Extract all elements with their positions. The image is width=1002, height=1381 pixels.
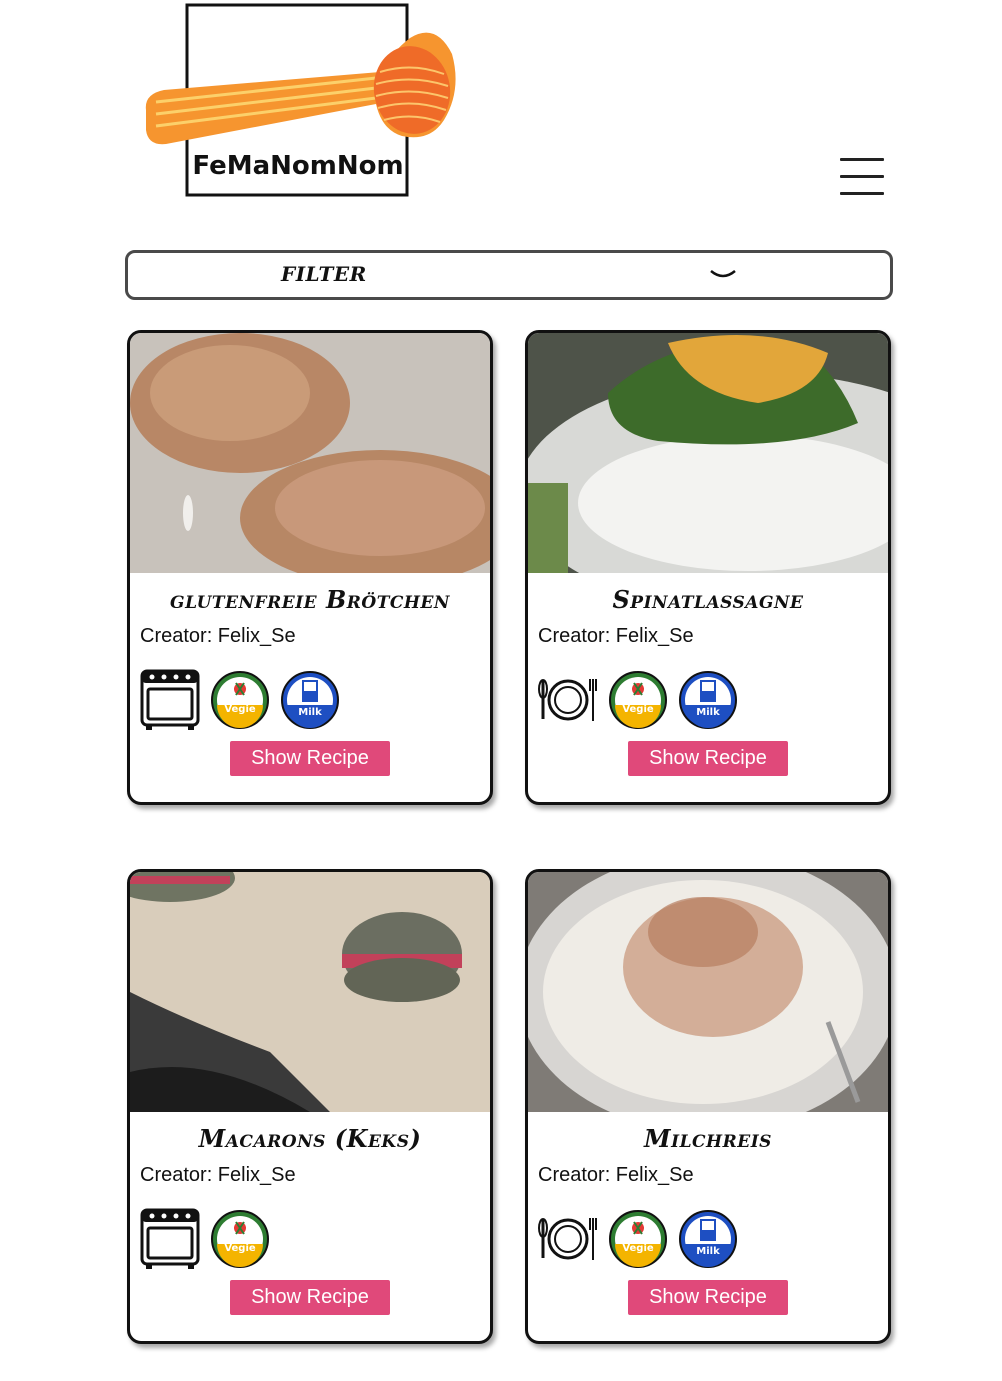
vegie-badge-icon: Vegie (211, 671, 269, 729)
vegie-badge-icon: Vegie (609, 1210, 667, 1268)
recipe-image[interactable] (528, 872, 888, 1112)
recipe-image[interactable] (130, 872, 490, 1112)
oven-icon (140, 1208, 200, 1269)
menu-bar-middle (840, 175, 884, 178)
recipe-creator: Creator: Felix_Se (140, 625, 296, 647)
vegie-badge-icon: Vegie (211, 1210, 269, 1268)
milk-badge-icon: Milk (679, 1210, 737, 1268)
recipe-title[interactable]: Macarons (Keks) (130, 1122, 490, 1156)
oven-icon (140, 669, 200, 730)
show-recipe-button[interactable]: Show Recipe (230, 741, 390, 776)
recipe-image[interactable] (528, 333, 888, 573)
svg-text:Vegie: Vegie (224, 704, 256, 715)
recipe-card: glutenfreie Brötchen Creator: Felix_Se V… (127, 330, 493, 805)
filter-dropdown[interactable]: FILTER (125, 250, 893, 300)
show-recipe-button[interactable]: Show Recipe (628, 741, 788, 776)
recipe-image[interactable] (130, 333, 490, 573)
recipe-title[interactable]: Milchreis (528, 1122, 888, 1156)
recipe-creator: Creator: Felix_Se (538, 1164, 694, 1186)
menu-bar-bottom (840, 192, 884, 195)
svg-text:Milk: Milk (696, 1246, 720, 1257)
chevron-down-icon (710, 270, 736, 278)
recipe-title[interactable]: Spinatlassagne (528, 583, 888, 617)
plate-cutlery-icon (538, 679, 597, 721)
milk-badge-icon: Milk (679, 671, 737, 729)
svg-text:Vegie: Vegie (622, 704, 654, 715)
svg-text:Milk: Milk (298, 707, 322, 718)
show-recipe-button[interactable]: Show Recipe (628, 1280, 788, 1315)
svg-text:Vegie: Vegie (224, 1243, 256, 1254)
recipe-title[interactable]: glutenfreie Brötchen (130, 583, 490, 617)
recipe-card: Spinatlassagne Creator: Felix_Se Vegie M… (525, 330, 891, 805)
logo-text: FeMaNomNom (192, 151, 403, 181)
hamburger-menu-icon[interactable] (840, 158, 884, 198)
show-recipe-button[interactable]: Show Recipe (230, 1280, 390, 1315)
svg-text:Vegie: Vegie (622, 1243, 654, 1254)
recipe-creator: Creator: Felix_Se (538, 625, 694, 647)
femanomnom-logo[interactable]: FeMaNomNom (140, 2, 460, 200)
svg-text:Milk: Milk (696, 707, 720, 718)
recipe-creator: Creator: Felix_Se (140, 1164, 296, 1186)
recipe-card: Milchreis Creator: Felix_Se Vegie Milk S… (525, 869, 891, 1344)
filter-label: FILTER (281, 262, 367, 286)
vegie-badge-icon: Vegie (609, 671, 667, 729)
plate-cutlery-icon (538, 1218, 597, 1260)
recipe-card: Macarons (Keks) Creator: Felix_Se Vegie … (127, 869, 493, 1344)
menu-bar-top (840, 158, 884, 161)
milk-badge-icon: Milk (281, 671, 339, 729)
